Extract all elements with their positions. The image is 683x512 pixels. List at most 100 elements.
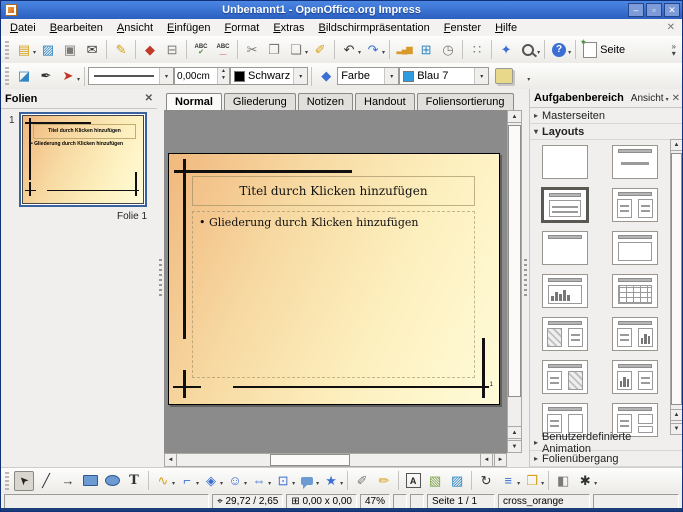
rectangle-tool[interactable] [80, 471, 100, 491]
block-arrows-tool[interactable]: ⇔ [249, 471, 269, 491]
print-icon[interactable]: ⊟ [162, 40, 182, 60]
edit-file-icon[interactable]: ✎ [111, 40, 131, 60]
help-icon[interactable]: ? [549, 40, 569, 60]
scroll-thumb[interactable] [671, 153, 682, 405]
toolbar-overflow-icon[interactable]: ▾ [594, 480, 597, 487]
menu-fenster[interactable]: Fenster [437, 21, 488, 35]
alignment-tool[interactable]: ≡ [498, 471, 518, 491]
fill-type-dropdown-icon[interactable]: ▾ [384, 68, 398, 84]
arrange-tool[interactable]: ❒ [522, 471, 542, 491]
scroll-thumb[interactable] [508, 125, 521, 397]
text-tool[interactable]: T [124, 471, 144, 491]
email-icon[interactable]: ✉ [82, 40, 102, 60]
layout-thumb-title-outline-selected[interactable] [542, 188, 588, 222]
open-icon[interactable]: ▨ [38, 40, 58, 60]
fill-bucket-icon[interactable]: ◆ [316, 66, 336, 86]
task-pane-close-icon[interactable]: ✕ [672, 93, 680, 104]
undo-dropdown-icon[interactable]: ▾ [358, 49, 361, 56]
spellcheck-icon[interactable]: ABC ✔ [191, 40, 211, 60]
alignment-dropdown-icon[interactable]: ▾ [517, 480, 520, 487]
block-arrows-dropdown-icon[interactable]: ▾ [268, 480, 271, 487]
zoom-level-cell[interactable]: 47% [360, 494, 390, 509]
slide-duplicate-icon[interactable]: ◷ [438, 40, 458, 60]
layout-thumb-blank[interactable] [542, 145, 588, 179]
page-button[interactable]: Seite [579, 42, 629, 58]
stars-tool[interactable]: ★ [321, 471, 341, 491]
ellipse-tool[interactable] [102, 471, 122, 491]
line-color-select[interactable]: Schwarz ▾ [230, 67, 308, 85]
tab-handout[interactable]: Handout [355, 93, 415, 110]
maximize-button[interactable]: ▫ [646, 3, 662, 17]
layouts-scrollbar[interactable]: ▲ ▲ ▼ [670, 139, 683, 435]
slide-thumbnail[interactable]: Titel durch Klicken hinzufügen • Glieder… [19, 112, 147, 207]
toolbar-more-icon[interactable]: » ▾ [672, 43, 678, 57]
interaction-tool[interactable]: ✱ [575, 471, 595, 491]
horizontal-scrollbar[interactable]: ◄ ◄ ► [164, 453, 507, 467]
fill-color-select[interactable]: Blau 7 ▾ [399, 67, 489, 85]
tab-normal[interactable]: Normal [166, 93, 222, 111]
line-width-input[interactable] [175, 68, 217, 84]
fontwork-tool[interactable]: A [403, 471, 423, 491]
symbol-shapes-dropdown-icon[interactable]: ▾ [244, 480, 247, 487]
layout-thumb-clipart-text[interactable] [542, 317, 588, 351]
chart-icon[interactable]: ▂▄▆ [394, 40, 414, 60]
toolbar-grip[interactable] [5, 67, 9, 85]
line-width-stepper[interactable]: ▲ ▼ [174, 67, 230, 85]
format-paintbrush-icon[interactable]: ✐ [310, 40, 330, 60]
line-style-dropdown-icon[interactable]: ▾ [159, 68, 173, 84]
title-bar[interactable]: Unbenannt1 - OpenOffice.org Impress – ▫ … [1, 1, 682, 19]
line-tool[interactable]: ╱ [36, 471, 56, 491]
menu-ansicht[interactable]: Ansicht [110, 21, 160, 35]
table-icon[interactable]: ⊞ [416, 40, 436, 60]
scroll-up2-icon[interactable]: ▲ [670, 409, 683, 421]
menu-einfuegen[interactable]: Einfügen [160, 21, 217, 35]
scroll-left2-icon[interactable]: ◄ [480, 453, 493, 467]
tab-gliederung[interactable]: Gliederung [224, 93, 296, 110]
menu-hilfe[interactable]: Hilfe [488, 21, 524, 35]
navigator-icon[interactable]: ✦ [496, 40, 516, 60]
curve-tool[interactable]: ∿ [153, 471, 173, 491]
next-page-icon[interactable]: ▼ [507, 440, 522, 453]
zoom-dropdown-icon[interactable]: ▾ [537, 49, 540, 56]
new-document-icon[interactable]: ▤ [14, 40, 34, 60]
toolbar-grip[interactable] [5, 472, 9, 490]
glue-points-tool[interactable]: ✏ [374, 471, 394, 491]
flowchart-tool[interactable]: ⊡ [273, 471, 293, 491]
arrow-tool[interactable]: → [58, 471, 78, 491]
layout-thumb-text-chart[interactable] [612, 317, 658, 351]
select-tool[interactable]: ➤ [14, 471, 34, 491]
symbol-shapes-tool[interactable]: ☺ [225, 471, 245, 491]
document-close-icon[interactable]: ✕ [662, 22, 680, 33]
scroll-right-icon[interactable]: ► [494, 453, 507, 467]
slides-panel-close-icon[interactable]: ✕ [145, 93, 153, 104]
menu-format[interactable]: Format [217, 21, 266, 35]
menu-datei[interactable]: Datei [3, 21, 43, 35]
layout-thumb-title-only[interactable] [542, 231, 588, 265]
redo-dropdown-icon[interactable]: ▾ [382, 49, 385, 56]
scroll-left-icon[interactable]: ◄ [164, 453, 177, 467]
menu-bearbeiten[interactable]: Bearbeiten [43, 21, 110, 35]
from-file-tool[interactable]: ▨ [447, 471, 467, 491]
undo-icon[interactable]: ↶ [339, 40, 359, 60]
extrusion-tool[interactable]: ◧ [553, 471, 573, 491]
layout-thumb-title-spreadsheet[interactable] [612, 274, 658, 308]
cut-icon[interactable]: ✂ [242, 40, 262, 60]
redo-icon[interactable]: ↷ [363, 40, 383, 60]
vertical-scrollbar[interactable]: ▲ ▲ ▼ [507, 110, 522, 453]
stars-dropdown-icon[interactable]: ▾ [340, 480, 343, 487]
slide[interactable]: Titel durch Klicken hinzufügen • Glieder… [168, 153, 500, 405]
layout-thumb-chart-text[interactable] [612, 360, 658, 394]
toolbar-overflow-icon[interactable]: ▾ [527, 76, 530, 83]
close-button[interactable]: ✕ [664, 3, 680, 17]
gallery-tool[interactable]: ▧ [425, 471, 445, 491]
callouts-tool[interactable] [297, 471, 317, 491]
toolbar-grip[interactable] [5, 41, 9, 59]
fill-type-select[interactable]: Farbe ▾ [337, 67, 399, 85]
edit-points-tool[interactable]: ✐ [352, 471, 372, 491]
menu-extras[interactable]: Extras [266, 21, 311, 35]
copy-icon[interactable]: ❐ [264, 40, 284, 60]
previous-page-icon[interactable]: ▲ [507, 426, 522, 439]
scroll-up-icon[interactable]: ▲ [507, 110, 522, 123]
export-pdf-icon[interactable]: ◆ [140, 40, 160, 60]
minimize-button[interactable]: – [628, 3, 644, 17]
